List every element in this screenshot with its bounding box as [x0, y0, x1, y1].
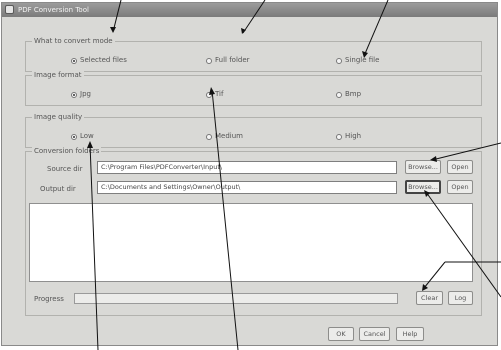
radio-dot-icon	[206, 133, 212, 140]
output-dir-input[interactable]: C:\Documents and Settings\Owner\Output\	[97, 181, 397, 194]
title-bar[interactable]: PDF Conversion Tool	[2, 3, 497, 17]
radio-dot-icon	[206, 91, 212, 98]
format-radio-label: Tif	[215, 90, 224, 98]
format-radio-label: Jpg	[80, 90, 91, 98]
folders-legend: Conversion folders	[32, 147, 102, 156]
quality-radio-label: High	[345, 132, 362, 140]
help-button[interactable]: Help	[396, 327, 424, 341]
format-radio-bmp[interactable]: Bmp	[336, 90, 361, 99]
radio-dot-icon	[71, 133, 77, 140]
mode-radio-selected-files[interactable]: Selected files	[71, 56, 127, 65]
format-radio-tif[interactable]: Tif	[206, 90, 223, 99]
quality-radio-label: Low	[80, 132, 94, 140]
quality-radio-label: Medium	[215, 132, 243, 140]
radio-dot-icon	[71, 57, 77, 64]
quality-radio-medium[interactable]: Medium	[206, 132, 243, 141]
log-button[interactable]: Log	[448, 291, 473, 305]
quality-radio-low[interactable]: Low	[71, 132, 94, 141]
main-window: PDF Conversion Tool What to convert mode…	[1, 2, 498, 346]
image-quality-legend: Image quality	[32, 113, 85, 122]
quality-radio-high[interactable]: High	[336, 132, 361, 141]
source-open-button[interactable]: Open	[447, 160, 473, 174]
source-browse-button[interactable]: Browse...	[405, 160, 441, 174]
source-dir-label: Source dir	[47, 165, 83, 173]
image-format-legend: Image format	[32, 71, 84, 80]
radio-dot-icon	[336, 133, 342, 140]
mode-radio-label: Selected files	[80, 56, 127, 64]
cancel-button[interactable]: Cancel	[359, 327, 390, 341]
format-radio-label: Bmp	[345, 90, 362, 98]
mode-group: What to convert mode Selected files Full…	[25, 37, 482, 72]
ok-button[interactable]: OK	[328, 327, 354, 341]
format-radio-jpg[interactable]: Jpg	[71, 90, 91, 99]
image-quality-group: Image quality Low Medium High	[25, 113, 482, 148]
mode-radio-label: Single file	[345, 56, 380, 64]
clear-button[interactable]: Clear	[416, 291, 443, 305]
progress-label: Progress	[34, 295, 64, 303]
mode-radio-label: Full folder	[215, 56, 250, 64]
mode-radio-full-folder[interactable]: Full folder	[206, 56, 250, 65]
file-list[interactable]	[29, 203, 473, 282]
source-dir-input[interactable]: C:\Program Files\PDFConverter\Input\	[97, 161, 397, 174]
radio-dot-icon	[71, 91, 77, 98]
mode-group-legend: What to convert mode	[32, 37, 115, 46]
image-format-group: Image format Jpg Tif Bmp	[25, 71, 482, 106]
app-icon	[5, 5, 14, 14]
output-open-button[interactable]: Open	[447, 180, 473, 194]
radio-dot-icon	[336, 57, 342, 64]
output-browse-button[interactable]: Browse...	[405, 180, 441, 194]
radio-dot-icon	[206, 57, 212, 64]
radio-dot-icon	[336, 91, 342, 98]
mode-radio-single-file[interactable]: Single file	[336, 56, 379, 65]
window-title: PDF Conversion Tool	[18, 6, 89, 14]
progress-bar	[74, 293, 398, 304]
output-dir-label: Output dir	[40, 185, 76, 193]
